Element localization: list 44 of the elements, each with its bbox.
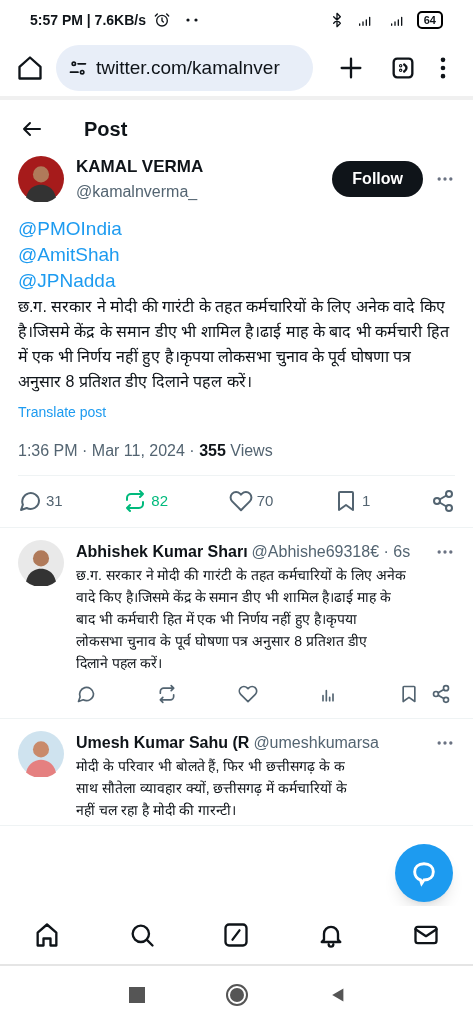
reply-handle[interactable]: @Abhishe69318€ · 6s bbox=[251, 539, 411, 564]
alarm-icon bbox=[153, 12, 170, 28]
reply-author-name[interactable]: Abhishek Kumar Sharı bbox=[76, 539, 248, 564]
reply-text-line: वादे किए है।जिसमे केंद्र के समान डीए भी शामिल है।ढाई माह के bbox=[76, 587, 391, 607]
avatar[interactable] bbox=[18, 539, 64, 586]
repost-icon[interactable] bbox=[156, 683, 177, 704]
home-button-icon[interactable] bbox=[224, 983, 249, 1007]
battery-icon: 64 bbox=[416, 11, 443, 29]
share-icon[interactable] bbox=[430, 489, 455, 513]
like-count: 70 bbox=[256, 490, 274, 511]
heart-icon[interactable] bbox=[237, 683, 258, 704]
follow-button[interactable]: Follow bbox=[332, 160, 423, 197]
tune-icon bbox=[68, 58, 88, 78]
author-name[interactable]: KAMAL VERMA bbox=[76, 154, 321, 180]
reply-text-line: लोकसभा चुनाव के पूर्व घोषणा पत्र अनुसार 8 प्रतिशत डीए bbox=[76, 631, 367, 652]
comment-icon[interactable] bbox=[18, 489, 42, 513]
post-meta: 1:36 PM · Mar 11, 2024 · 355 Views bbox=[18, 440, 274, 461]
notification-dots-icon bbox=[185, 18, 198, 22]
chat-bubble-icon bbox=[410, 859, 438, 887]
compose-icon[interactable] bbox=[222, 921, 251, 949]
reply-text-line: छ.ग. सरकार ने मोदी की गारंटी के तहत कर्मचारियों के लिए अनेक bbox=[76, 565, 406, 585]
reply-author-name[interactable]: Umesh Kumar Sahu (R bbox=[76, 730, 250, 755]
author-handle[interactable]: @kamalnverma_ bbox=[76, 179, 321, 204]
reply-text-line: दिलाने पहल करें। bbox=[76, 653, 162, 673]
bookmark-count: 1 bbox=[362, 490, 371, 511]
reply-text-line: बाद भी कर्मचारी हित में एक भी निर्णय नहीं हुए है।कृपया bbox=[76, 609, 357, 630]
compose-reply-button[interactable] bbox=[395, 844, 453, 902]
reply-text-line: नहीं चल रहा है मोदी की गारन्टी। bbox=[76, 800, 237, 820]
recents-icon[interactable] bbox=[128, 987, 145, 1003]
bookmark-icon[interactable] bbox=[399, 683, 419, 704]
share-icon[interactable] bbox=[431, 683, 451, 704]
heart-icon[interactable] bbox=[228, 489, 253, 513]
home-icon[interactable] bbox=[16, 54, 44, 82]
page-title: Post bbox=[84, 117, 128, 142]
address-bar[interactable]: twitter.com/kamalnver bbox=[56, 45, 313, 91]
url-text: twitter.com/kamalnver bbox=[96, 55, 280, 80]
reply-handle[interactable]: @umeshkumarsa bbox=[253, 730, 379, 755]
repost-count: 82 bbox=[151, 490, 168, 511]
reply-count: 31 bbox=[46, 490, 63, 511]
avatar[interactable] bbox=[18, 155, 64, 202]
reply-text-line: साथ सौतेला व्यावहार क्यों, छत्तीसगढ़ में कर्मचारियों के bbox=[76, 778, 348, 798]
status-time: 5:57 PM | 7.6KB/s bbox=[30, 10, 146, 30]
reply-text-line: मोदी के परिवार भी बोलते हैं, फिर भी छत्तीसगढ़ के क bbox=[76, 756, 345, 776]
post-text: छ.ग. सरकार ने मोदी की गारंटी के तहत कर्मचारियों के लिए अनेक वादे किए है।जिसमे केंद्र के समान डीए भी शामिल है।ढाई माह के बाद भी कर्मचारी हित में एक भी निर्णय नहीं हुए है।कृपया लोकसभा चुनाव के पूर्व घोषणा पत्र अनुसार 8 प्रतिशत डीए दिलाने पहल करें। bbox=[18, 296, 451, 394]
